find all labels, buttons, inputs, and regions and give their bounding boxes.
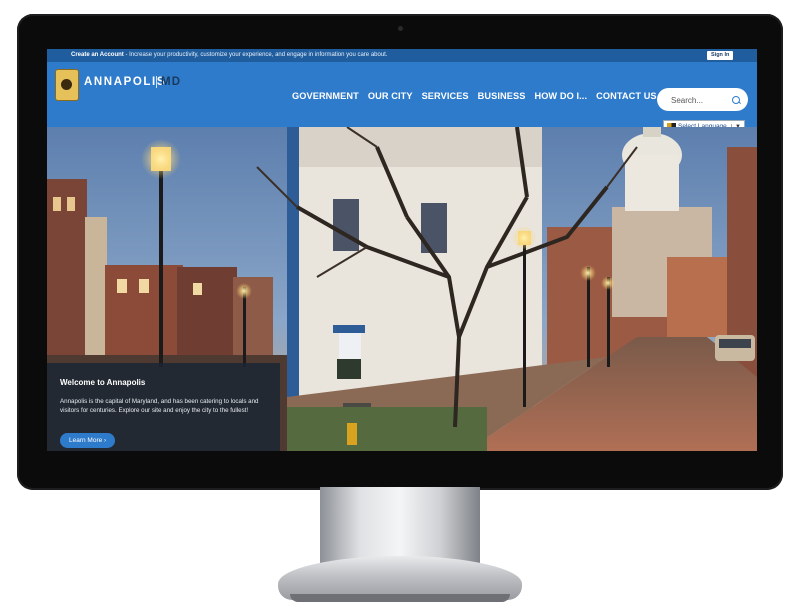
- account-benefits-text: - Increase your productivity, customize …: [123, 52, 388, 58]
- welcome-description: Annapolis is the capital of Maryland, an…: [60, 398, 259, 414]
- monitor-mockup: Create an Account - Increase your produc…: [0, 0, 800, 616]
- search-box: [657, 88, 748, 111]
- account-topbar: Create an Account - Increase your produc…: [47, 49, 757, 62]
- search-input[interactable]: [669, 93, 731, 108]
- nav-our-city[interactable]: OUR CITY: [368, 91, 413, 101]
- main-navigation: GOVERNMENT OUR CITY SERVICES BUSINESS HO…: [292, 91, 666, 101]
- nav-services[interactable]: SERVICES: [422, 91, 469, 101]
- site-header: ANNAPOLIS MD GOVERNMENT OUR CITY SERVICE…: [47, 62, 757, 133]
- logo-divider: [156, 76, 157, 88]
- learn-more-button[interactable]: Learn More ›: [60, 433, 116, 448]
- account-message: Create an Account - Increase your produc…: [71, 49, 388, 62]
- welcome-title: Welcome to Annapolis: [60, 378, 146, 387]
- nav-business[interactable]: BUSINESS: [478, 91, 526, 101]
- search-icon[interactable]: [732, 96, 740, 104]
- nav-government[interactable]: GOVERNMENT: [292, 91, 359, 101]
- nav-how-do-i[interactable]: HOW DO I...: [534, 91, 587, 101]
- website-screen: Create an Account - Increase your produc…: [47, 49, 757, 451]
- create-account-link[interactable]: Create an Account: [71, 52, 124, 58]
- webcam-dot: [398, 26, 403, 31]
- hero-banner: Welcome to Annapolis Annapolis is the ca…: [47, 127, 757, 451]
- monitor-stand-edge: [290, 594, 510, 602]
- logo-state[interactable]: MD: [161, 76, 181, 88]
- nav-contact-us[interactable]: CONTACT US: [596, 91, 657, 101]
- city-seal-logo[interactable]: [55, 69, 79, 101]
- logo-city-name[interactable]: ANNAPOLIS: [84, 76, 166, 88]
- welcome-card: Welcome to Annapolis Annapolis is the ca…: [47, 363, 280, 451]
- sign-in-button[interactable]: Sign In: [707, 51, 734, 60]
